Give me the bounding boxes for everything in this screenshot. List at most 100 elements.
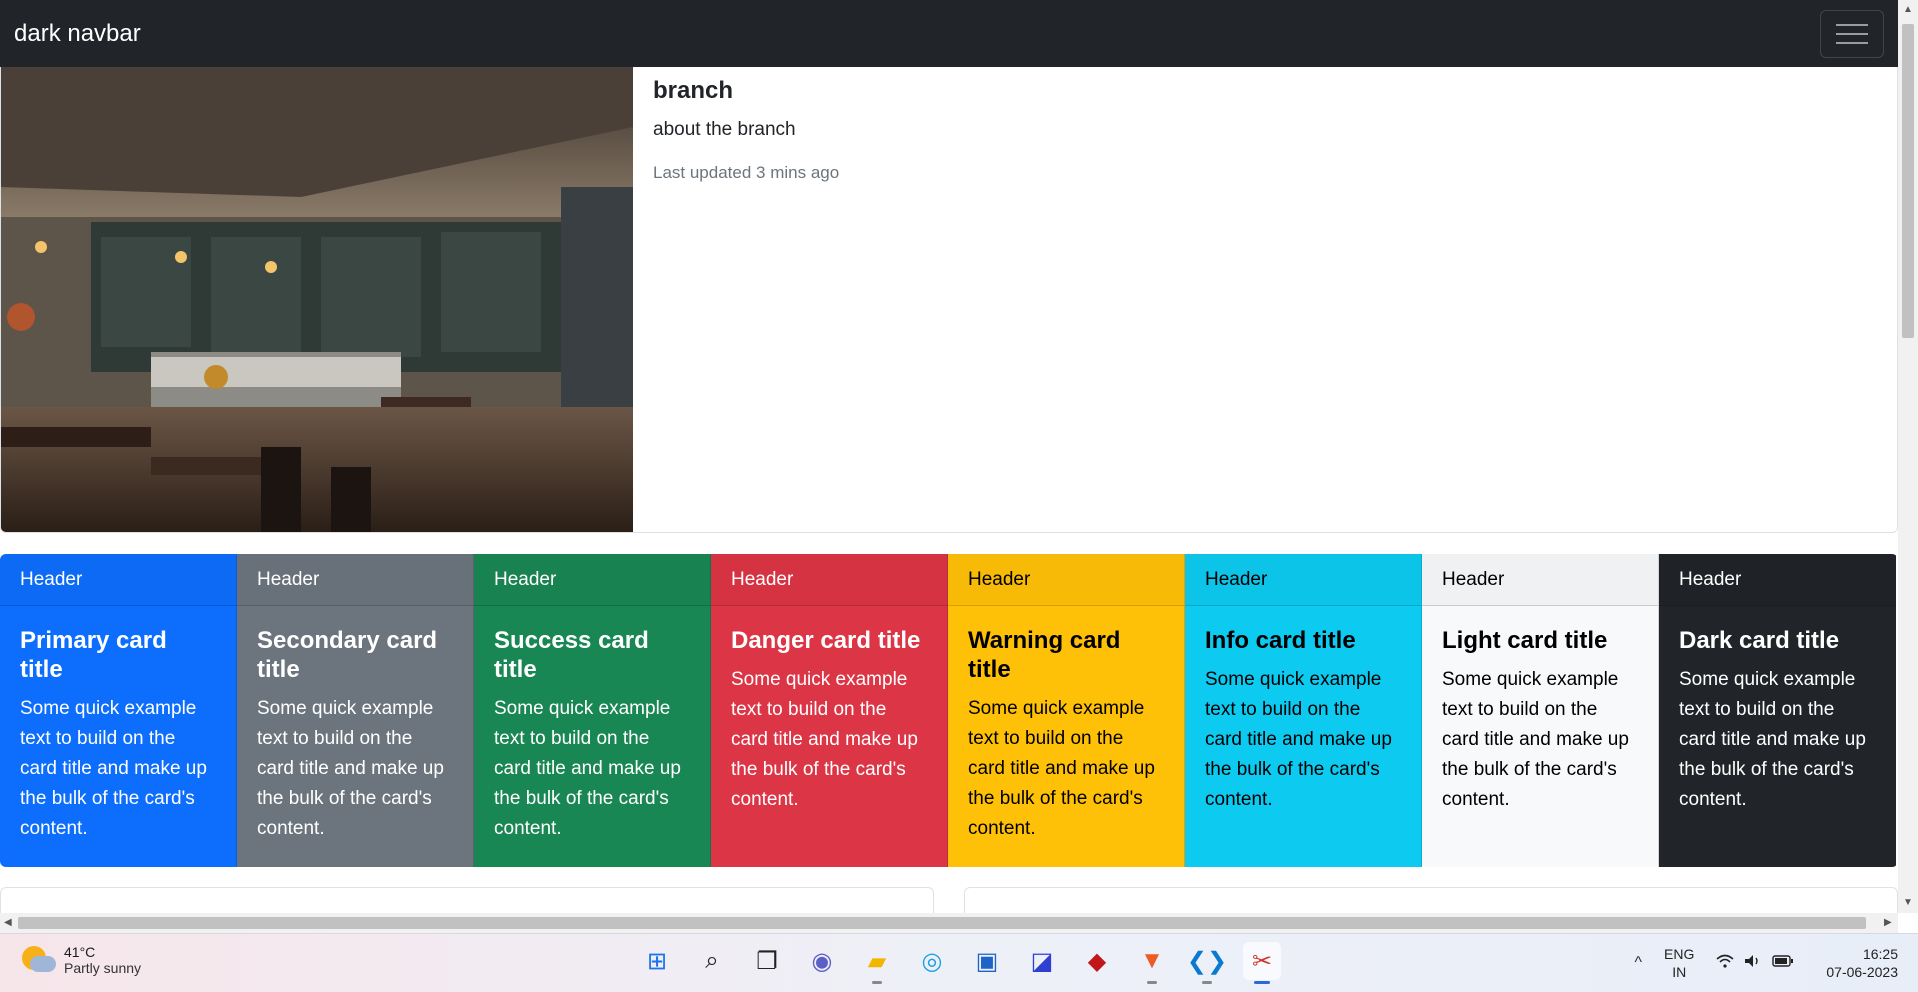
snipping-tool-icon[interactable]: ✂ [1243,942,1281,984]
color-card: Header Info card title Some quick example … [1185,554,1422,867]
card-header: Header [711,554,947,606]
color-card: Header Primary card title Some quick examp… [0,554,237,867]
hamburger-menu-icon [1836,23,1868,26]
brave-browser-icon-glyph: ▼ [1140,947,1164,974]
vertical-scrollbar[interactable]: ▲ ▼ [1898,0,1918,913]
editor-app-icon-glyph: ◪ [1030,947,1054,975]
card-title: Warning card title [968,627,1121,683]
start-icon-glyph: ⊞ [646,947,668,975]
browser-viewport: dark navbar branch about the branch Last… [0,0,1898,913]
branch-title: branch [653,77,734,104]
running-indicator [1202,981,1212,984]
brave-browser-icon[interactable]: ▼ [1133,942,1171,984]
chat-icon-glyph: ◉ [811,947,833,975]
weather-description: Partly sunny [64,960,142,976]
card-text: Some quick example text to build on the … [20,698,207,839]
volume-icon[interactable] [1744,954,1762,973]
card-body: Primary card title Some quick example tex… [0,606,236,864]
task-view-icon-glyph: ❐ [756,947,778,975]
hamburger-line [1836,32,1868,35]
edge-browser-icon[interactable]: ◎ [913,942,951,980]
store-icon-glyph: ▣ [975,947,999,975]
card-title: Danger card title [731,627,921,654]
battery-icon[interactable] [1772,954,1794,972]
navbar: dark navbar [0,0,1898,67]
taskbar: 41°C Partly sunny ⊞ ⌕ ❐ ◉ ▰ ◎ ▣ ◪ ◆ ▼ ❮❯ ✂ ^ ENG IN… [0,933,1918,992]
vscode-icon-glyph: ❮❯ [1186,947,1228,975]
editor-app-icon[interactable]: ◪ [1023,942,1061,980]
clock-time: 16:25 [1862,946,1898,962]
store-icon[interactable]: ▣ [968,942,1006,980]
language-indicator[interactable]: ENG IN [1664,945,1694,981]
file-explorer-icon-glyph: ▰ [867,947,887,975]
scroll-up-arrow-icon[interactable]: ▲ [1903,4,1913,15]
start-icon[interactable]: ⊞ [638,942,676,980]
scroll-left-arrow-icon[interactable]: ◀ [4,917,12,928]
card-header: Header [1659,554,1896,606]
horizontal-scrollbar-thumb[interactable] [18,917,1866,929]
card-title: Light card title [1442,627,1608,654]
card-body: Dark card title Some quick example text t… [1659,606,1896,835]
card-body: Secondary card title Some quick example t… [237,606,473,864]
running-indicator [872,981,882,984]
card-text: Some quick example text to build on the … [1679,669,1866,810]
card-header: Header [237,554,473,606]
vscode-icon[interactable]: ❮❯ [1186,942,1228,984]
card-title: Secondary card title [257,627,438,683]
card-title: Dark card title [1679,627,1840,654]
horizontal-scrollbar[interactable]: ◀ ▶ [0,913,1898,933]
system-tray: ^ ENG IN 16:25 07-06-2023 [1635,934,1918,992]
card-header: Header [948,554,1184,606]
card-body: Info card title Some quick example text t… [1185,606,1421,835]
show-hidden-icons-chevron-icon[interactable]: ^ [1635,954,1643,972]
card-header: Header [1185,554,1421,606]
mcafee-icon-glyph: ◆ [1087,947,1107,975]
card-row: Header Primary card title Some quick examp… [0,554,1898,867]
card-body: Success card title Some quick example tex… [474,606,710,864]
lower-card-right [964,887,1898,913]
clock[interactable]: 16:25 07-06-2023 [1826,945,1898,981]
navbar-toggler-button[interactable] [1820,9,1884,58]
running-indicator [1254,981,1270,984]
vertical-scrollbar-thumb[interactable] [1902,24,1914,338]
card-text: Some quick example text to build on the … [1205,669,1392,810]
search-icon-glyph: ⌕ [705,947,719,974]
lower-card-left [0,887,934,913]
weather-widget[interactable]: 41°C Partly sunny [22,944,141,976]
mcafee-icon[interactable]: ◆ [1078,942,1116,980]
hamburger-line [1836,41,1868,44]
running-indicator [1147,981,1157,984]
file-explorer-icon[interactable]: ▰ [858,942,896,984]
search-icon[interactable]: ⌕ [693,942,731,980]
card-text: Some quick example text to build on the … [257,698,444,839]
last-updated-text: Last updated 3 mins ago [653,163,840,182]
clock-date: 07-06-2023 [1826,964,1898,980]
color-card: Header Secondary card title Some quick exa… [237,554,474,867]
card-body: Warning card title Some quick example tex… [948,606,1184,864]
card-body: Danger card title Some quick example text… [711,606,947,835]
region-code: IN [1672,964,1687,980]
card-text: Some quick example text to build on the … [1442,669,1629,810]
branch-card-body: branch about the branch Last updated 3 m… [653,77,839,183]
chat-icon[interactable]: ◉ [803,942,841,980]
card-header: Header [474,554,710,606]
wifi-icon[interactable] [1716,954,1734,973]
card-header: Header [0,554,236,606]
scroll-down-arrow-icon[interactable]: ▼ [1903,897,1913,908]
card-text: Some quick example text to build on the … [494,698,681,839]
branch-description: about the branch [653,119,796,140]
card-title: Success card title [494,627,649,683]
color-card: Header Dark card title Some quick example … [1659,554,1896,867]
cafe-photo [1,67,633,532]
card-title: Primary card title [20,627,167,683]
branch-card: branch about the branch Last updated 3 m… [0,67,1898,533]
color-card: Header Warning card title Some quick examp… [948,554,1185,867]
card-text: Some quick example text to build on the … [968,698,1155,839]
snipping-tool-icon-glyph: ✂ [1251,947,1273,975]
task-view-icon[interactable]: ❐ [748,942,786,980]
navbar-brand[interactable]: dark navbar [14,20,141,48]
card-title: Info card title [1205,627,1356,654]
card-text: Some quick example text to build on the … [731,669,918,810]
color-card: Header Danger card title Some quick exampl… [711,554,948,867]
scroll-right-arrow-icon[interactable]: ▶ [1884,917,1892,928]
